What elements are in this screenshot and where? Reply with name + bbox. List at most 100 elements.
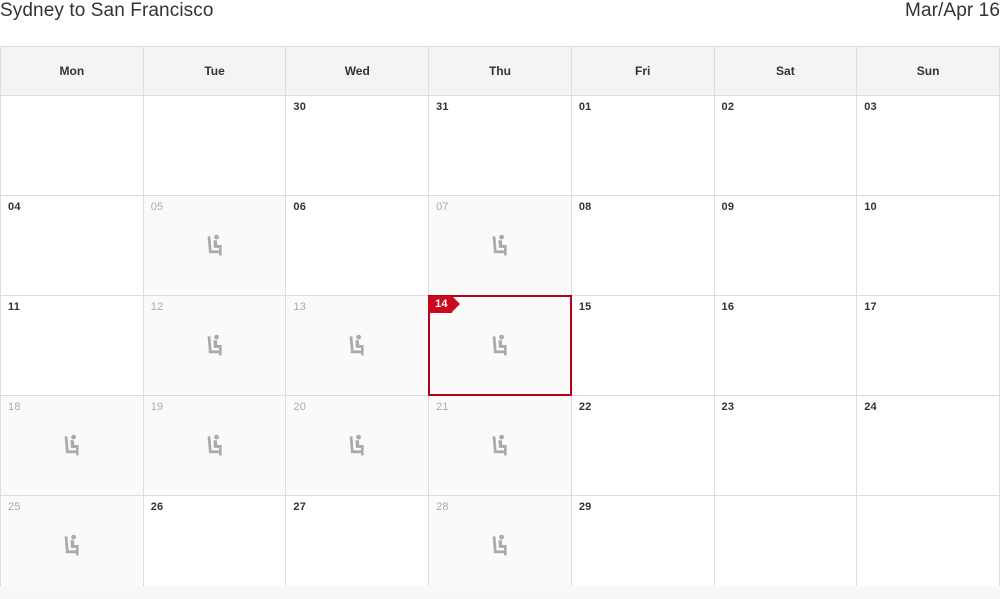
day-number: 31 [436, 101, 449, 113]
weekday-header-sun: Sun [856, 46, 1000, 96]
airline-seat-icon [207, 434, 222, 455]
flight-availability-marker [1, 534, 143, 558]
day-number: 30 [293, 101, 307, 113]
calendar-day-cell-09[interactable]: 09 [713, 195, 858, 296]
flight-availability-marker [429, 334, 571, 358]
day-number: 01 [578, 101, 592, 113]
calendar-day-cell-empty [0, 95, 144, 196]
day-number: 09 [721, 201, 735, 213]
calendar-day-cell-12[interactable]: 12 [142, 295, 287, 396]
calendar-day-cell-25[interactable]: 25 [0, 495, 144, 596]
calendar-day-cell-19[interactable]: 19 [142, 395, 287, 496]
weekday-header-thu: Thu [428, 46, 572, 96]
flight-availability-marker [144, 234, 286, 258]
calendar-day-cell-05[interactable]: 05 [142, 195, 287, 296]
calendar-day-cell-24[interactable]: 24 [856, 395, 1000, 496]
flight-availability-marker [286, 334, 428, 358]
day-number: 04 [8, 201, 21, 213]
airline-seat-icon [349, 334, 364, 355]
day-number: 29 [578, 501, 592, 513]
day-number: 25 [8, 501, 21, 513]
day-number: 16 [721, 301, 735, 313]
calendar-day-cell-01[interactable]: 01 [570, 95, 715, 196]
airline-seat-icon [492, 234, 507, 255]
day-number: 20 [293, 401, 307, 413]
calendar-day-cell-04[interactable]: 04 [0, 195, 144, 296]
flight-availability-marker [286, 434, 428, 458]
day-number: 03 [864, 101, 877, 113]
calendar-header-row: Mon Tue Wed Thu Fri Sat Sun [0, 46, 1000, 96]
day-number: 27 [293, 501, 307, 513]
calendar-day-cell-08[interactable]: 08 [570, 195, 715, 296]
calendar-day-cell-07[interactable]: 07 [428, 195, 572, 296]
calendar-day-cell-10[interactable]: 10 [856, 195, 1000, 296]
day-number: 26 [150, 501, 164, 513]
calendar-day-cell-30[interactable]: 30 [285, 95, 430, 196]
day-number: 15 [578, 301, 592, 313]
calendar-day-cell-03[interactable]: 03 [856, 95, 1000, 196]
selected-day-badge: 14 [429, 296, 460, 313]
day-number: 02 [721, 101, 735, 113]
airline-seat-icon [64, 434, 79, 455]
calendar-day-cell-11[interactable]: 11 [0, 295, 144, 396]
weekday-header-wed: Wed [285, 46, 430, 96]
calendar-day-cell-empty [142, 95, 287, 196]
flight-availability-marker [429, 434, 571, 458]
calendar-day-cell-06[interactable]: 06 [285, 195, 430, 296]
calendar-day-cell-26[interactable]: 26 [142, 495, 287, 596]
flight-availability-marker [144, 434, 286, 458]
calendar-day-cell-23[interactable]: 23 [713, 395, 858, 496]
day-number: 05 [150, 201, 164, 213]
flight-availability-marker [429, 234, 571, 258]
day-number: 13 [293, 301, 307, 313]
weekday-header-tue: Tue [142, 46, 287, 96]
calendar-day-cell-21[interactable]: 21 [428, 395, 572, 496]
day-number: 07 [436, 201, 449, 213]
calendar-day-cell-16[interactable]: 16 [713, 295, 858, 396]
calendar-day-cell-empty [856, 495, 1000, 596]
day-number: 19 [150, 401, 164, 413]
calendar-week-row: 25 26 27 28 29 [0, 495, 1000, 596]
calendar-day-cell-15[interactable]: 15 [570, 295, 715, 396]
day-number: 08 [578, 201, 592, 213]
day-number: 10 [864, 201, 877, 213]
calendar-week-row: 18 19 20 21 22 23 24 [0, 395, 1000, 496]
calendar-day-cell-28[interactable]: 28 [428, 495, 572, 596]
calendar-day-cell-29[interactable]: 29 [570, 495, 715, 596]
day-number: 12 [150, 301, 164, 313]
calendar-day-cell-27[interactable]: 27 [285, 495, 430, 596]
month-calendar: Mon Tue Wed Thu Fri Sat Sun 30 31 01 02 03 04 05 06 07… [0, 46, 1000, 596]
calendar-day-cell-31[interactable]: 31 [428, 95, 572, 196]
calendar-day-cell-02[interactable]: 02 [713, 95, 858, 196]
page-title: Sydney to San Francisco [0, 0, 214, 21]
weekday-header-mon: Mon [0, 46, 144, 96]
day-number: 06 [293, 201, 307, 213]
airline-seat-icon [207, 234, 222, 255]
airline-seat-icon [492, 334, 507, 355]
calendar-day-cell-22[interactable]: 22 [570, 395, 715, 496]
flight-availability-marker [144, 334, 286, 358]
page-header: Sydney to San Francisco Mar/Apr 16 [0, 0, 1000, 44]
page-footer-strip [0, 586, 1000, 599]
weekday-header-sat: Sat [713, 46, 858, 96]
calendar-week-row: 30 31 01 02 03 [0, 95, 1000, 196]
day-number: 28 [436, 501, 449, 513]
airline-seat-icon [64, 534, 79, 555]
airline-seat-icon [349, 434, 364, 455]
calendar-day-cell-20[interactable]: 20 [285, 395, 430, 496]
calendar-day-cell-empty [713, 495, 858, 596]
calendar-day-cell-13[interactable]: 13 [285, 295, 430, 396]
day-number: 23 [721, 401, 735, 413]
day-number: 18 [8, 401, 21, 413]
flight-availability-marker [1, 434, 143, 458]
calendar-period-label: Mar/Apr 16 [905, 0, 1000, 21]
flight-calendar-page: Sydney to San Francisco Mar/Apr 16 Mon Tu… [0, 0, 1000, 599]
calendar-body: 30 31 01 02 03 04 05 06 07 08 09 10 11 12 13 14 15 16 17 18… [0, 95, 1000, 596]
airline-seat-icon [207, 334, 222, 355]
day-number: 11 [8, 301, 21, 313]
calendar-day-cell-17[interactable]: 17 [856, 295, 1000, 396]
day-number: 22 [578, 401, 592, 413]
calendar-week-row: 04 05 06 07 08 09 10 [0, 195, 1000, 296]
calendar-day-cell-selected-14[interactable]: 14 [428, 295, 572, 396]
calendar-day-cell-18[interactable]: 18 [0, 395, 144, 496]
